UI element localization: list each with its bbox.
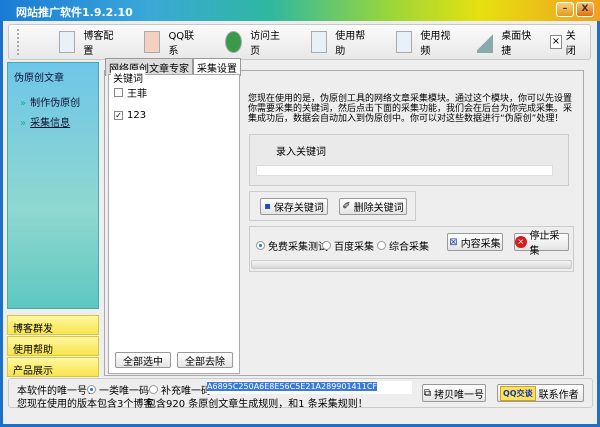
rules-text: 包含920 条原创文章生成规则，和1 条采集规则！ xyxy=(146,399,368,410)
save-keyword-button[interactable]: ▪ 保存关键词 xyxy=(260,198,328,215)
mode-combined[interactable]: 综合采集 xyxy=(377,238,429,253)
qq-chat-badge: QQ交谈 xyxy=(500,385,536,401)
checkbox-checked[interactable]: ✓ xyxy=(114,111,123,120)
description-text: 您现在使用的是，伪原创工具的网络文章采集模块。通过这个模块，你可以先设置你需要采… xyxy=(248,94,573,124)
radio[interactable] xyxy=(149,385,158,394)
toolbar-shortcut[interactable]: 桌面快捷 xyxy=(469,28,542,57)
window-title: 网站推广软件1.9.2.10 xyxy=(16,6,133,19)
collect-icon: ⊠ xyxy=(449,236,458,248)
select-all-button[interactable]: 全部选中 xyxy=(115,352,171,368)
keyword-input-label: 录入关键词 xyxy=(276,147,326,158)
mode-baidu[interactable]: 百度采集 xyxy=(322,238,374,253)
keyword-item[interactable]: 王菲 xyxy=(114,85,239,100)
toolbar-visit-home[interactable]: 访问主页 xyxy=(217,28,290,57)
clear-all-button[interactable]: 全部去除 xyxy=(177,352,233,368)
stop-collect-button[interactable]: × 停止采集 xyxy=(514,231,569,257)
save-icon: ▪ xyxy=(264,201,271,212)
blog-config-icon xyxy=(58,31,76,53)
toolbar-video[interactable]: 使用视频 xyxy=(388,28,461,57)
id-field[interactable]: A6895C250A6E8E56C5E21A289901411CF xyxy=(207,381,412,394)
eraser-icon: ✐ xyxy=(342,201,351,212)
radio[interactable] xyxy=(377,241,386,250)
stop-icon: × xyxy=(515,236,527,248)
shortcut-icon xyxy=(476,31,494,53)
mode-free-test[interactable]: 免费采集测试 xyxy=(256,238,328,253)
sidebar: 伪原创文章 » 制作伪原创 » 采集信息 博客群发 使用帮助 产品展示 xyxy=(7,62,99,377)
toolbar-qq-contact[interactable]: QQ联系 xyxy=(136,28,206,57)
collect-mode-group: 免费采集测试 百度采集 综合采集 ⊠ 内容采集 × 停止采集 xyxy=(249,226,574,272)
sidebar-item-make[interactable]: » 制作伪原创 xyxy=(20,94,92,109)
blog-count-text: 您现在使用的版本包含3个博客 xyxy=(17,399,154,410)
keyword-legend: 关键词 xyxy=(111,70,145,85)
radio[interactable] xyxy=(256,241,265,250)
checkbox[interactable] xyxy=(114,88,123,97)
progress-bar xyxy=(251,260,572,269)
toolbar-close[interactable]: × 关闭 xyxy=(542,28,590,57)
title-bar: 网站推广软件1.9.2.10 – X xyxy=(0,0,600,21)
video-icon xyxy=(395,31,413,53)
keyword-input-group: 录入关键词 xyxy=(249,134,569,186)
minimize-button[interactable]: – xyxy=(556,2,574,17)
sidebar-item-blog-post[interactable]: 博客群发 xyxy=(7,315,99,335)
copy-icon: ⧉ xyxy=(423,387,432,399)
sidebar-item-products[interactable]: 产品展示 xyxy=(7,357,99,377)
close-icon: × xyxy=(550,35,562,49)
contact-author-button[interactable]: QQ交谈 联系作者 xyxy=(497,384,584,402)
sidebar-section-title: 伪原创文章 xyxy=(14,73,64,84)
globe-icon xyxy=(225,31,243,53)
sidebar-item-collect[interactable]: » 采集信息 xyxy=(20,114,92,129)
copy-id-button[interactable]: ⧉ 拷贝唯一号 xyxy=(422,384,486,402)
keyword-list: 王菲 ✓ 123 全部选中 全部去除 xyxy=(108,74,240,374)
qq-contact-icon xyxy=(143,31,161,53)
keyword-item[interactable]: ✓ 123 xyxy=(114,110,239,121)
delete-keyword-button[interactable]: ✐ 删除关键词 xyxy=(339,198,407,215)
sidebar-item-help[interactable]: 使用帮助 xyxy=(7,336,99,356)
footer-panel: 本软件的唯一号： 一类唯一码 补充唯一码 A6895C250A6E8E56C5E… xyxy=(8,378,593,410)
close-window-button[interactable]: X xyxy=(576,2,594,17)
radio[interactable] xyxy=(322,241,331,250)
content-collect-button[interactable]: ⊠ 内容采集 xyxy=(447,233,503,251)
toolbar: 博客配置 QQ联系 访问主页 使用帮助 使用视频 桌面快捷 × 关闭 xyxy=(8,24,591,60)
keyword-button-group: ▪ 保存关键词 ✐ 删除关键词 xyxy=(249,191,416,221)
toolbar-blog-config[interactable]: 博客配置 xyxy=(51,28,124,57)
radio[interactable] xyxy=(87,385,96,394)
keyword-input[interactable] xyxy=(256,165,553,176)
help-icon xyxy=(310,31,328,53)
toolbar-help[interactable]: 使用帮助 xyxy=(303,28,376,57)
